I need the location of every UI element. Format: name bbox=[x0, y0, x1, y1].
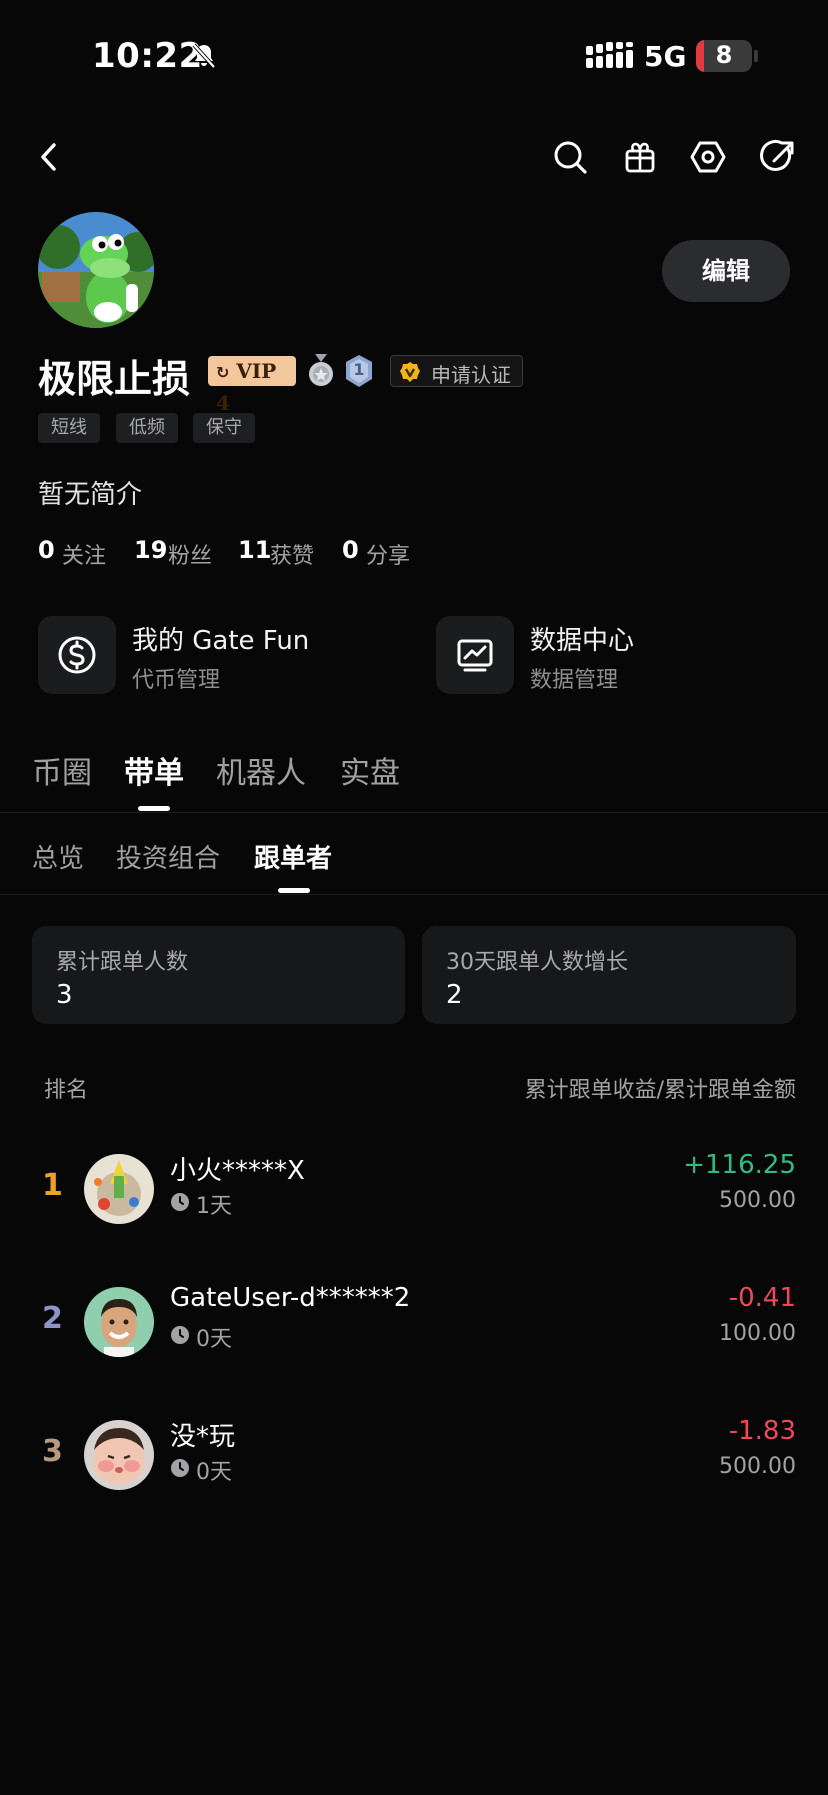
follow-duration: 0天 bbox=[196, 1327, 232, 1352]
status-time: 10:22 bbox=[92, 36, 203, 76]
tab-copy-trading[interactable]: 带单 bbox=[124, 748, 184, 792]
table-row[interactable]: 1 小火*****X 1天 +116.25 500.00 bbox=[0, 1124, 828, 1244]
share-icon[interactable] bbox=[758, 137, 798, 177]
bell-muted-icon bbox=[192, 43, 216, 69]
data-center-title[interactable]: 数据中心 bbox=[530, 620, 634, 657]
follower-name: 没*玩 bbox=[170, 1422, 236, 1452]
follower-pnl: -0.41 bbox=[728, 1283, 796, 1313]
apply-verification-button[interactable]: 申请认证 bbox=[390, 355, 523, 387]
tab-live[interactable]: 实盘 bbox=[340, 748, 400, 792]
username: 极限止损 bbox=[38, 357, 191, 401]
followers-count[interactable]: 19 bbox=[134, 536, 167, 564]
card-value: 3 bbox=[56, 980, 73, 1010]
rank-number: 3 bbox=[42, 1434, 63, 1469]
pnl-header: 累计跟单收益/累计跟单金额 bbox=[524, 1078, 796, 1103]
gate-fun-subtitle: 代币管理 bbox=[132, 668, 221, 693]
bio-text: 暂无简介 bbox=[38, 480, 143, 510]
avatar[interactable] bbox=[38, 212, 154, 328]
data-center-button[interactable] bbox=[436, 616, 514, 694]
gate-fun-button[interactable] bbox=[38, 616, 116, 694]
main-tab-indicator bbox=[138, 806, 170, 811]
shares-label[interactable]: 分享 bbox=[366, 538, 410, 570]
vip-c-icon: ↻ bbox=[216, 363, 230, 382]
gift-icon[interactable] bbox=[620, 137, 660, 177]
gate-fun-title[interactable]: 我的 Gate Fun bbox=[132, 620, 309, 657]
tag-low-frequency: 低频 bbox=[116, 413, 178, 443]
follower-pnl: +116.25 bbox=[683, 1150, 796, 1180]
battery-tip bbox=[754, 50, 758, 62]
card-label: 30天跟单人数增长 bbox=[446, 950, 628, 975]
battery-level: 8 bbox=[715, 41, 733, 69]
clock-icon bbox=[171, 1459, 189, 1477]
clock-icon bbox=[171, 1326, 189, 1344]
shares-count[interactable]: 0 bbox=[342, 536, 359, 564]
avatar[interactable] bbox=[84, 1154, 154, 1224]
signal-icon bbox=[586, 42, 633, 68]
level-number: 1 bbox=[353, 360, 365, 379]
following-count[interactable]: 0 bbox=[38, 536, 55, 564]
battery-icon: 8 bbox=[696, 40, 752, 72]
likes-label[interactable]: 获赞 bbox=[270, 538, 314, 570]
table-row[interactable]: 2 GateUser-d******2 0天 -0.41 100.00 bbox=[0, 1257, 828, 1377]
avatar[interactable] bbox=[84, 1287, 154, 1357]
sub-tab-indicator bbox=[278, 888, 310, 893]
verify-label: 申请认证 bbox=[431, 363, 511, 387]
avatar[interactable] bbox=[84, 1420, 154, 1490]
follower-pnl: -1.83 bbox=[728, 1416, 796, 1446]
settings-icon[interactable] bbox=[688, 137, 728, 177]
card-value: 2 bbox=[446, 980, 463, 1010]
vip-badge[interactable]: ↻ VIP 4 bbox=[208, 356, 296, 415]
tag-short-term: 短线 bbox=[38, 413, 100, 443]
rank-header: 排名 bbox=[44, 1078, 89, 1103]
follower-amount: 500.00 bbox=[719, 1454, 796, 1479]
tab-crypto[interactable]: 币圈 bbox=[32, 748, 92, 792]
table-row[interactable]: 3 没*玩 0天 -1.83 500.00 bbox=[0, 1390, 828, 1510]
subtab-portfolio[interactable]: 投资组合 bbox=[116, 838, 220, 875]
likes-count[interactable]: 11 bbox=[238, 536, 271, 564]
edit-profile-button[interactable]: 编辑 bbox=[662, 240, 790, 302]
card-label: 累计跟单人数 bbox=[56, 950, 189, 975]
follower-growth-card: 30天跟单人数增长 2 bbox=[422, 926, 796, 1024]
chart-monitor-icon bbox=[457, 639, 493, 672]
divider bbox=[0, 812, 828, 813]
follower-name: GateUser-d******2 bbox=[170, 1283, 411, 1313]
divider bbox=[0, 894, 828, 895]
follow-duration: 1天 bbox=[196, 1194, 232, 1219]
rank-number: 2 bbox=[42, 1301, 63, 1336]
medal-silver-icon[interactable] bbox=[306, 354, 336, 388]
follower-amount: 500.00 bbox=[719, 1188, 796, 1213]
search-icon[interactable] bbox=[550, 137, 590, 177]
network-type: 5G bbox=[644, 40, 687, 73]
follower-amount: 100.00 bbox=[719, 1321, 796, 1346]
total-followers-card: 累计跟单人数 3 bbox=[32, 926, 405, 1024]
back-icon[interactable] bbox=[30, 137, 70, 177]
dollar-circle-icon bbox=[58, 636, 96, 674]
follow-duration: 0天 bbox=[196, 1460, 232, 1485]
data-center-subtitle: 数据管理 bbox=[530, 668, 619, 693]
subtab-followers[interactable]: 跟单者 bbox=[254, 838, 332, 875]
subtab-overview[interactable]: 总览 bbox=[32, 838, 84, 875]
followers-label[interactable]: 粉丝 bbox=[168, 538, 212, 570]
level-shield-badge[interactable]: 1 bbox=[344, 354, 374, 388]
following-label[interactable]: 关注 bbox=[62, 538, 106, 570]
clock-icon bbox=[171, 1193, 189, 1211]
tab-bots[interactable]: 机器人 bbox=[216, 748, 306, 792]
verified-v-icon bbox=[400, 362, 420, 382]
rank-number: 1 bbox=[42, 1168, 63, 1203]
follower-name: 小火*****X bbox=[170, 1156, 305, 1186]
tag-conservative: 保守 bbox=[193, 413, 255, 443]
